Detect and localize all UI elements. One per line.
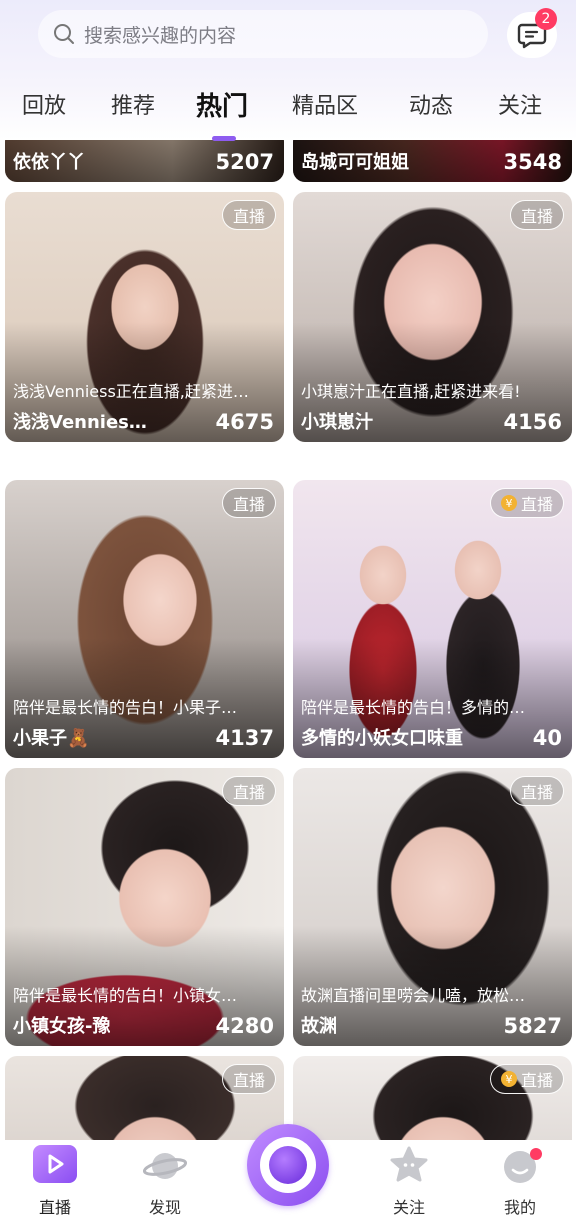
live-play-icon <box>33 1145 77 1183</box>
live-card[interactable]: 直播 陪伴是最长情的告白！小镇女… 小镇女孩-豫 4280 <box>5 768 284 1046</box>
card-viewer-count: 4675 <box>215 410 274 434</box>
bottom-navigation: 直播 发现 关注 我的 <box>0 1124 576 1224</box>
coin-icon: ¥ <box>500 495 517 511</box>
card-streamer-name: 多情的小妖女口味重 <box>301 728 463 749</box>
card-streamer-name: 依依丫丫 <box>13 152 85 173</box>
card-description: 陪伴是最长情的告白！多情的… <box>301 698 526 717</box>
live-card[interactable]: ¥ 直播 陪伴是最长情的告白！多情的… 多情的小妖女口味重 40 <box>293 480 572 758</box>
live-badge: ¥ 直播 <box>489 488 564 518</box>
live-card[interactable]: 依依丫丫 5207 <box>5 140 284 182</box>
top-header: 搜索感兴趣的内容 2 回放 推荐 热门 精品区 动态 关注 <box>0 0 576 141</box>
card-description: 陪伴是最长情的告白！小果子… <box>13 698 238 717</box>
card-viewer-count: 40 <box>532 726 562 750</box>
card-description: 浅浅Venniess正在直播,赶紧进… <box>13 382 249 401</box>
nav-following[interactable]: 关注 <box>369 1146 449 1217</box>
card-viewer-count: 4156 <box>503 410 562 434</box>
tab-moments[interactable]: 动态 <box>409 88 453 120</box>
card-description: 故渊直播间里唠会儿嗑，放松… <box>301 986 526 1005</box>
search-bar[interactable]: 搜索感兴趣的内容 <box>38 10 488 58</box>
nav-label: 发现 <box>148 1198 181 1217</box>
nav-live[interactable]: 直播 <box>15 1145 95 1217</box>
message-button[interactable]: 2 <box>507 8 557 58</box>
card-viewer-count: 3548 <box>503 150 562 174</box>
live-badge: 直播 <box>509 776 564 806</box>
tab-following[interactable]: 关注 <box>498 88 542 120</box>
nav-label: 直播 <box>38 1198 71 1217</box>
tab-recommend[interactable]: 推荐 <box>111 88 155 120</box>
live-card[interactable]: 直播 陪伴是最长情的告白！小果子… 小果子🧸 4137 <box>5 480 284 758</box>
profile-notification-dot <box>530 1148 542 1160</box>
card-viewer-count: 5207 <box>215 150 274 174</box>
live-card[interactable]: 直播 <box>5 1056 284 1140</box>
live-badge: 直播 <box>221 488 276 518</box>
card-streamer-name: 小琪崽汁 <box>301 412 373 433</box>
search-placeholder: 搜索感兴趣的内容 <box>84 24 237 47</box>
live-card[interactable]: ¥ 直播 <box>293 1056 572 1140</box>
card-streamer-name: 小果子🧸 <box>13 728 90 749</box>
live-card[interactable]: 直播 浅浅Venniess正在直播,赶紧进… 浅浅Vennies… 4675 <box>5 192 284 442</box>
card-streamer-name: 小镇女孩-豫 <box>13 1016 111 1037</box>
center-live-button[interactable] <box>247 1124 329 1206</box>
nav-discover[interactable]: 发现 <box>125 1146 205 1217</box>
live-feed[interactable]: 依依丫丫 5207 岛城可可姐姐 3548 直播 浅浅Venniess正在直播,… <box>0 140 576 1140</box>
card-streamer-name: 故渊 <box>301 1016 337 1037</box>
live-card[interactable]: 直播 小琪崽汁正在直播,赶紧进来看! 小琪崽汁 4156 <box>293 192 572 442</box>
card-description: 陪伴是最长情的告白！小镇女… <box>13 986 238 1005</box>
active-tab-indicator <box>212 136 236 141</box>
card-viewer-count: 4137 <box>215 726 274 750</box>
search-icon <box>54 24 74 44</box>
message-badge: 2 <box>535 8 557 30</box>
coin-icon: ¥ <box>500 1071 517 1087</box>
live-badge: 直播 <box>221 1064 276 1094</box>
tab-premium[interactable]: 精品区 <box>292 88 358 120</box>
category-tabs: 回放 推荐 热门 精品区 动态 关注 <box>0 86 576 141</box>
live-badge: 直播 <box>509 200 564 230</box>
live-badge: 直播 <box>221 776 276 806</box>
center-button-core <box>269 1146 307 1184</box>
tab-hot[interactable]: 热门 <box>196 86 248 123</box>
center-button-ring <box>260 1137 316 1193</box>
card-viewer-count: 4280 <box>215 1014 274 1038</box>
card-streamer-name: 岛城可可姐姐 <box>301 152 409 173</box>
nav-label: 我的 <box>503 1198 536 1217</box>
tab-replay[interactable]: 回放 <box>22 88 66 120</box>
live-card[interactable]: 岛城可可姐姐 3548 <box>293 140 572 182</box>
card-streamer-name: 浅浅Vennies… <box>13 412 147 433</box>
live-badge: 直播 <box>221 200 276 230</box>
star-face-icon <box>390 1146 428 1182</box>
live-card[interactable]: 直播 故渊直播间里唠会儿嗑，放松… 故渊 5827 <box>293 768 572 1046</box>
live-badge: ¥ 直播 <box>489 1064 564 1094</box>
planet-icon <box>142 1153 188 1179</box>
nav-profile[interactable]: 我的 <box>480 1146 560 1217</box>
nav-label: 关注 <box>392 1198 425 1217</box>
card-description: 小琪崽汁正在直播,赶紧进来看! <box>301 382 521 401</box>
card-viewer-count: 5827 <box>503 1014 562 1038</box>
